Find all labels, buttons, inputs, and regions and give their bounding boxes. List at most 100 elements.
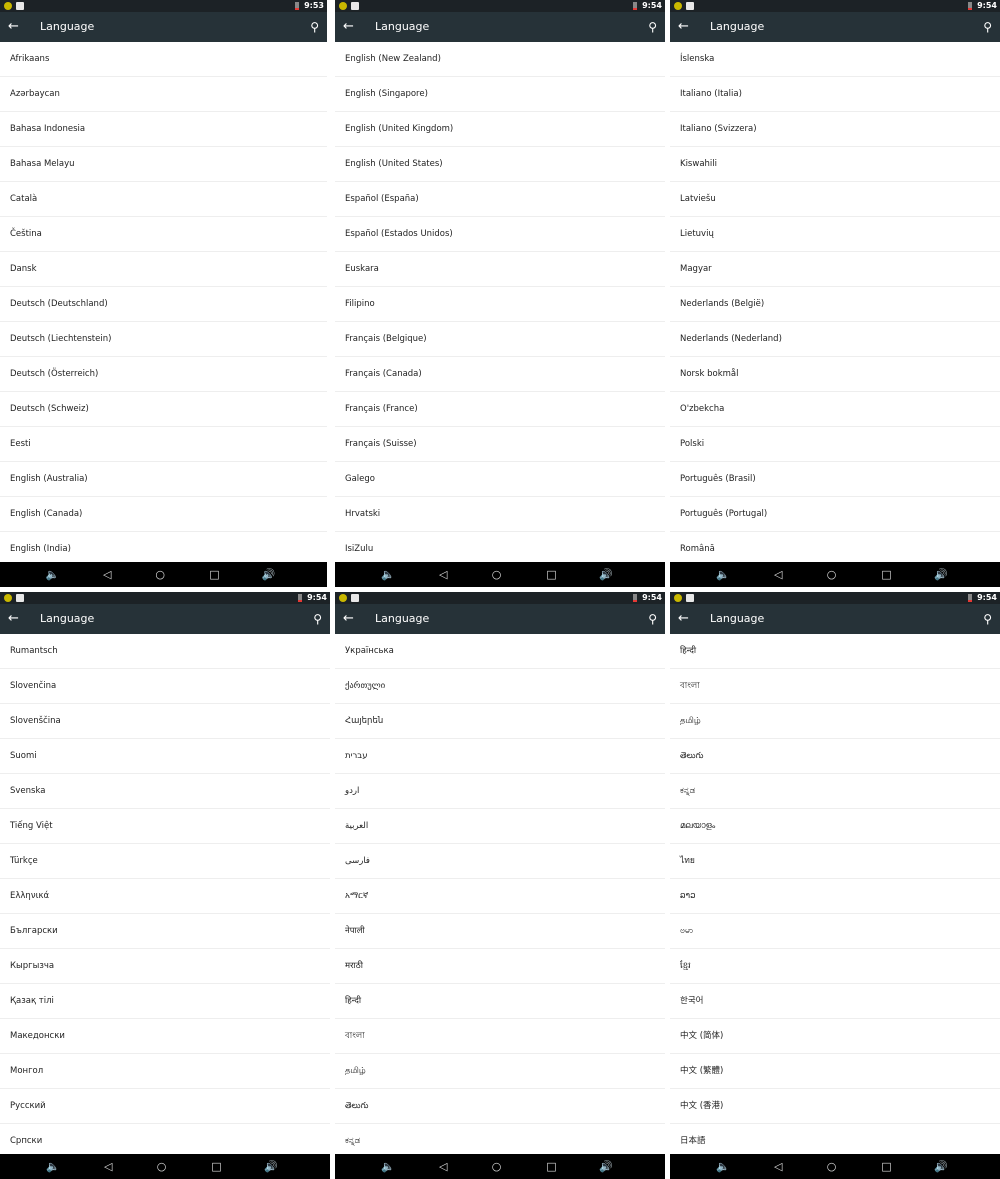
language-item[interactable]: 中文 (香港)	[670, 1089, 1000, 1124]
language-item[interactable]: Português (Portugal)	[670, 497, 1000, 532]
volume-up-icon[interactable]: 🔊	[934, 1154, 948, 1179]
language-list[interactable]: English (New Zealand) English (Singapore)…	[335, 42, 665, 562]
arrow-left-icon[interactable]: ←	[8, 18, 19, 36]
language-item[interactable]: Español (Estados Unidos)	[335, 217, 665, 252]
language-list[interactable]: हिन्दी বাংলা தமிழ் తెలుగు ಕನ್ನಡ മലയാളം ไทย ລາວဗ…	[670, 634, 1000, 1154]
language-item[interactable]: Hrvatski	[335, 497, 665, 532]
language-item[interactable]: தமிழ்	[335, 1054, 665, 1089]
language-item[interactable]: Português (Brasil)	[670, 462, 1000, 497]
language-item[interactable]: Lietuvių	[670, 217, 1000, 252]
language-item[interactable]: Македонски	[0, 1019, 330, 1054]
language-item[interactable]: English (Singapore)	[335, 77, 665, 112]
arrow-left-icon[interactable]: ←	[678, 18, 689, 36]
language-item[interactable]: Slovenščina	[0, 704, 330, 739]
language-item[interactable]: فارسی	[335, 844, 665, 879]
language-item[interactable]: Tiếng Việt	[0, 809, 330, 844]
language-item[interactable]: Nederlands (België)	[670, 287, 1000, 322]
language-item[interactable]: Italiano (Svizzera)	[670, 112, 1000, 147]
recents-square-icon[interactable]: □	[546, 1154, 556, 1179]
language-item[interactable]: Kiswahili	[670, 147, 1000, 182]
search-icon[interactable]: ⚲	[313, 610, 322, 628]
language-item[interactable]: Euskara	[335, 252, 665, 287]
language-item[interactable]: Italiano (Italia)	[670, 77, 1000, 112]
language-item[interactable]: বাংলা	[670, 669, 1000, 704]
language-item[interactable]: Български	[0, 914, 330, 949]
language-item[interactable]: Кыргызча	[0, 949, 330, 984]
language-item[interactable]: עברית	[335, 739, 665, 774]
language-item[interactable]: Nederlands (Nederland)	[670, 322, 1000, 357]
language-list[interactable]: Afrikaans Azərbaycan Bahasa Indonesia Bahas…	[0, 42, 327, 562]
recents-square-icon[interactable]: □	[546, 562, 556, 587]
language-list[interactable]: Українська ქართული Հայերեն עברית اردو العربية…	[335, 634, 665, 1154]
language-item[interactable]: 日本語	[670, 1124, 1000, 1154]
home-circle-icon[interactable]: ○	[492, 1154, 502, 1179]
volume-down-icon[interactable]: 🔈	[381, 1154, 395, 1179]
language-item[interactable]: Монгол	[0, 1054, 330, 1089]
language-item[interactable]: नेपाली	[335, 914, 665, 949]
arrow-left-icon[interactable]: ←	[678, 610, 689, 628]
home-circle-icon[interactable]: ○	[827, 1154, 837, 1179]
language-item[interactable]: Français (Suisse)	[335, 427, 665, 462]
language-item[interactable]: Русский	[0, 1089, 330, 1124]
back-triangle-icon[interactable]: ◁	[774, 562, 782, 587]
language-item[interactable]: ខ្មែរ	[670, 949, 1000, 984]
language-item[interactable]: English (India)	[0, 532, 327, 562]
recents-square-icon[interactable]: □	[209, 562, 219, 587]
language-item[interactable]: Dansk	[0, 252, 327, 287]
volume-up-icon[interactable]: 🔊	[934, 562, 948, 587]
language-item[interactable]: मराठी	[335, 949, 665, 984]
language-item[interactable]: Eesti	[0, 427, 327, 462]
language-item[interactable]: Afrikaans	[0, 42, 327, 77]
arrow-left-icon[interactable]: ←	[8, 610, 19, 628]
language-item[interactable]: తెలుగు	[670, 739, 1000, 774]
language-item[interactable]: हिन्दी	[335, 984, 665, 1019]
language-item[interactable]: Íslenska	[670, 42, 1000, 77]
language-list[interactable]: Íslenska Italiano (Italia) Italiano (Svizz…	[670, 42, 1000, 562]
language-item[interactable]: 한국어	[670, 984, 1000, 1019]
language-item[interactable]: മലയാളം	[670, 809, 1000, 844]
recents-square-icon[interactable]: □	[881, 562, 891, 587]
language-item[interactable]: English (Canada)	[0, 497, 327, 532]
language-item[interactable]: தமிழ்	[670, 704, 1000, 739]
language-item[interactable]: العربية	[335, 809, 665, 844]
language-item[interactable]: Svenska	[0, 774, 330, 809]
language-item[interactable]: Polski	[670, 427, 1000, 462]
language-list[interactable]: Rumantsch Slovenčina Slovenščina Suomi Svens…	[0, 634, 330, 1154]
language-item[interactable]: বাংলা	[335, 1019, 665, 1054]
language-item[interactable]: 中文 (简体)	[670, 1019, 1000, 1054]
language-item[interactable]: English (Australia)	[0, 462, 327, 497]
recents-square-icon[interactable]: □	[211, 1154, 221, 1179]
volume-down-icon[interactable]: 🔈	[716, 1154, 730, 1179]
language-item[interactable]: ქართული	[335, 669, 665, 704]
back-triangle-icon[interactable]: ◁	[774, 1154, 782, 1179]
language-item[interactable]: Galego	[335, 462, 665, 497]
back-triangle-icon[interactable]: ◁	[103, 562, 111, 587]
language-item[interactable]: हिन्दी	[670, 634, 1000, 669]
language-item[interactable]: ไทย	[670, 844, 1000, 879]
language-item[interactable]: አማርኛ	[335, 879, 665, 914]
volume-up-icon[interactable]: 🔊	[264, 1154, 278, 1179]
volume-up-icon[interactable]: 🔊	[262, 562, 276, 587]
language-item[interactable]: Català	[0, 182, 327, 217]
search-icon[interactable]: ⚲	[983, 18, 992, 36]
language-item[interactable]: Türkçe	[0, 844, 330, 879]
home-circle-icon[interactable]: ○	[155, 562, 165, 587]
volume-down-icon[interactable]: 🔈	[46, 562, 60, 587]
language-item[interactable]: Filipino	[335, 287, 665, 322]
language-item[interactable]: తెలుగు	[335, 1089, 665, 1124]
language-item[interactable]: Magyar	[670, 252, 1000, 287]
language-item[interactable]: Français (Belgique)	[335, 322, 665, 357]
language-item[interactable]: O'zbekcha	[670, 392, 1000, 427]
language-item[interactable]: Deutsch (Österreich)	[0, 357, 327, 392]
search-icon[interactable]: ⚲	[310, 18, 319, 36]
home-circle-icon[interactable]: ○	[827, 562, 837, 587]
language-item[interactable]: IsiZulu	[335, 532, 665, 562]
language-item[interactable]: Čeština	[0, 217, 327, 252]
language-item[interactable]: Српски	[0, 1124, 330, 1154]
home-circle-icon[interactable]: ○	[492, 562, 502, 587]
language-item[interactable]: Українська	[335, 634, 665, 669]
language-item[interactable]: Español (España)	[335, 182, 665, 217]
language-item[interactable]: Latviešu	[670, 182, 1000, 217]
language-item[interactable]: اردو	[335, 774, 665, 809]
language-item[interactable]: Bahasa Indonesia	[0, 112, 327, 147]
